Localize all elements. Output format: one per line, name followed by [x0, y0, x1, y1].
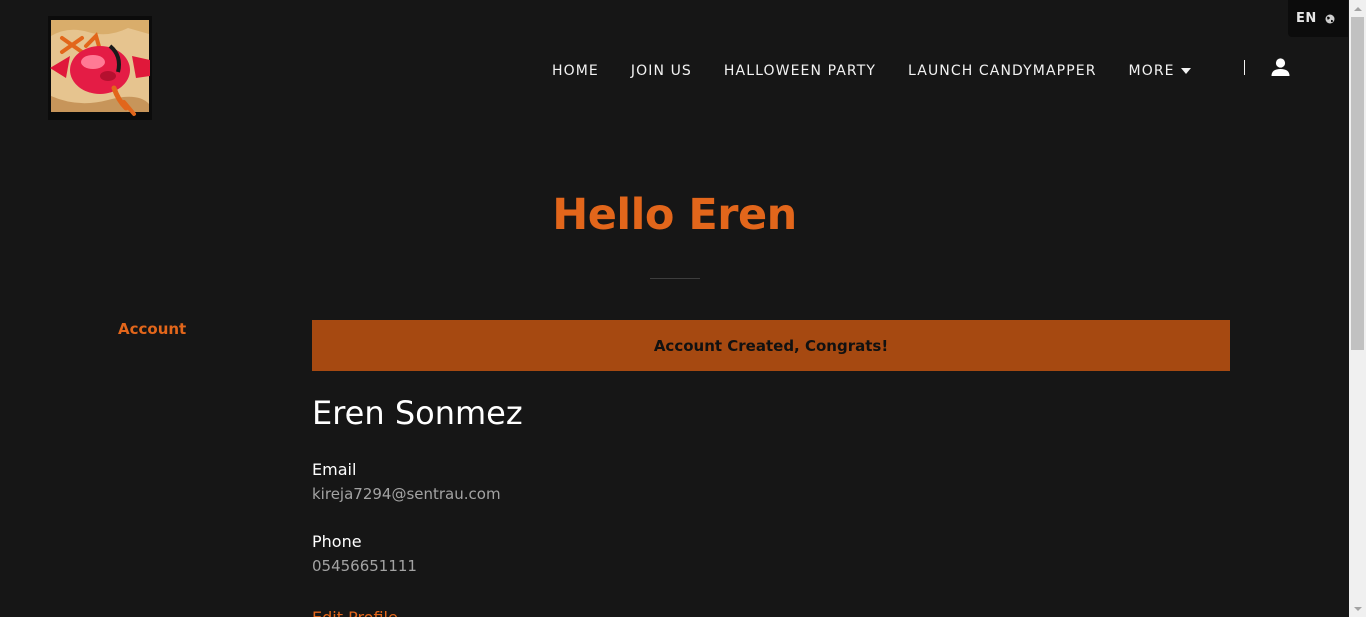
page-title: Hello Eren	[552, 190, 797, 240]
edit-profile-link[interactable]: Edit Profile	[312, 608, 398, 617]
nav-divider	[1244, 60, 1245, 75]
globe-icon	[1325, 14, 1335, 23]
caret-down-icon	[1180, 68, 1191, 74]
sidebar-item-account[interactable]: Account	[118, 320, 186, 338]
nav-more-label: MORE	[1128, 63, 1175, 79]
language-label: EN	[1296, 11, 1317, 26]
language-selector[interactable]: EN	[1288, 0, 1348, 37]
title-divider	[650, 278, 700, 279]
nav-item-home[interactable]: HOME	[552, 63, 599, 79]
phone-label: Phone	[312, 532, 362, 551]
profile-name: Eren Sonmez	[312, 394, 523, 432]
success-banner: Account Created, Congrats!	[312, 320, 1230, 371]
banner-message: Account Created, Congrats!	[653, 336, 889, 355]
vertical-scrollbar[interactable]	[1349, 0, 1366, 617]
nav-item-halloween-party[interactable]: HALLOWEEN PARTY	[724, 63, 876, 79]
scroll-up-arrow-icon[interactable]	[1349, 0, 1366, 17]
main-navigation: HOME JOIN US HALLOWEEN PARTY LAUNCH CAND…	[552, 60, 1191, 82]
nav-item-join-us[interactable]: JOIN US	[631, 63, 692, 79]
phone-value: 05456651111	[312, 557, 417, 575]
scrollbar-thumb[interactable]	[1351, 17, 1364, 350]
site-logo[interactable]	[48, 16, 152, 120]
nav-item-launch-candymapper[interactable]: LAUNCH CANDYMAPPER	[908, 63, 1096, 79]
email-label: Email	[312, 460, 357, 479]
scroll-down-arrow-icon[interactable]	[1349, 600, 1366, 617]
nav-item-more[interactable]: MORE	[1129, 63, 1191, 79]
candy-logo-icon	[48, 16, 152, 120]
user-icon[interactable]	[1270, 57, 1291, 78]
email-value: kireja7294@sentrau.com	[312, 485, 501, 503]
